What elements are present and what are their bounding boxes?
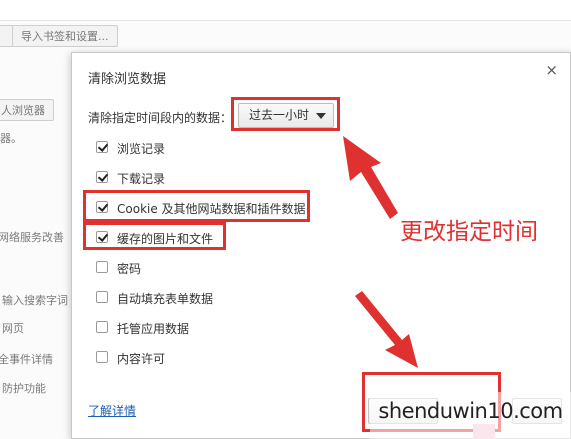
close-icon[interactable]: ×: [545, 61, 558, 79]
option-label: 自动填充表单数据: [117, 292, 214, 306]
settings-text-fragment: 防护功能: [2, 382, 46, 395]
checkbox-download-history[interactable]: [96, 171, 108, 183]
settings-text-fragment: 器。: [0, 132, 22, 145]
time-range-label: 清除指定时间段内的数据：: [88, 111, 233, 125]
option-label: 缓存的图片和文件: [117, 232, 214, 246]
time-range-select[interactable]: 过去一小时: [238, 103, 334, 128]
option-label: 内容许可: [117, 352, 166, 366]
time-range-value: 过去一小时: [249, 108, 310, 122]
checkbox-cached-images[interactable]: [96, 231, 108, 243]
annotation-text: 更改指定时间: [400, 219, 538, 245]
checkbox-passwords[interactable]: [96, 261, 108, 273]
option-label: Cookie 及其他网站数据和插件数据: [117, 202, 306, 216]
settings-text-fragment: 网页: [2, 322, 24, 335]
chevron-down-icon: [316, 113, 326, 119]
checkbox-cookies[interactable]: [96, 201, 108, 213]
settings-text-fragment: 网络服务改善: [0, 231, 64, 244]
checkbox-hosted-app-data[interactable]: [96, 321, 108, 333]
checkbox-content-licenses[interactable]: [96, 351, 108, 363]
settings-text-fragment: 全事件详情: [0, 353, 53, 366]
option-label: 下载记录: [117, 172, 166, 186]
checkbox-autofill[interactable]: [96, 291, 108, 303]
default-browser-button[interactable]: 人浏览器: [0, 99, 54, 121]
checkbox-browsing-history[interactable]: [96, 141, 108, 153]
option-label: 密码: [117, 262, 142, 276]
settings-top-bar: [0, 0, 571, 21]
import-bookmarks-button[interactable]: 导入书签和设置...: [12, 25, 118, 47]
settings-text-fragment: 输入搜索字词: [2, 294, 68, 307]
option-label: 浏览记录: [117, 142, 166, 156]
dialog-title: 清除浏览数据: [88, 72, 167, 87]
site-watermark: shenduwin10.com: [370, 392, 571, 439]
option-label: 托管应用数据: [117, 322, 190, 336]
learn-more-link[interactable]: 了解详情: [88, 402, 136, 419]
